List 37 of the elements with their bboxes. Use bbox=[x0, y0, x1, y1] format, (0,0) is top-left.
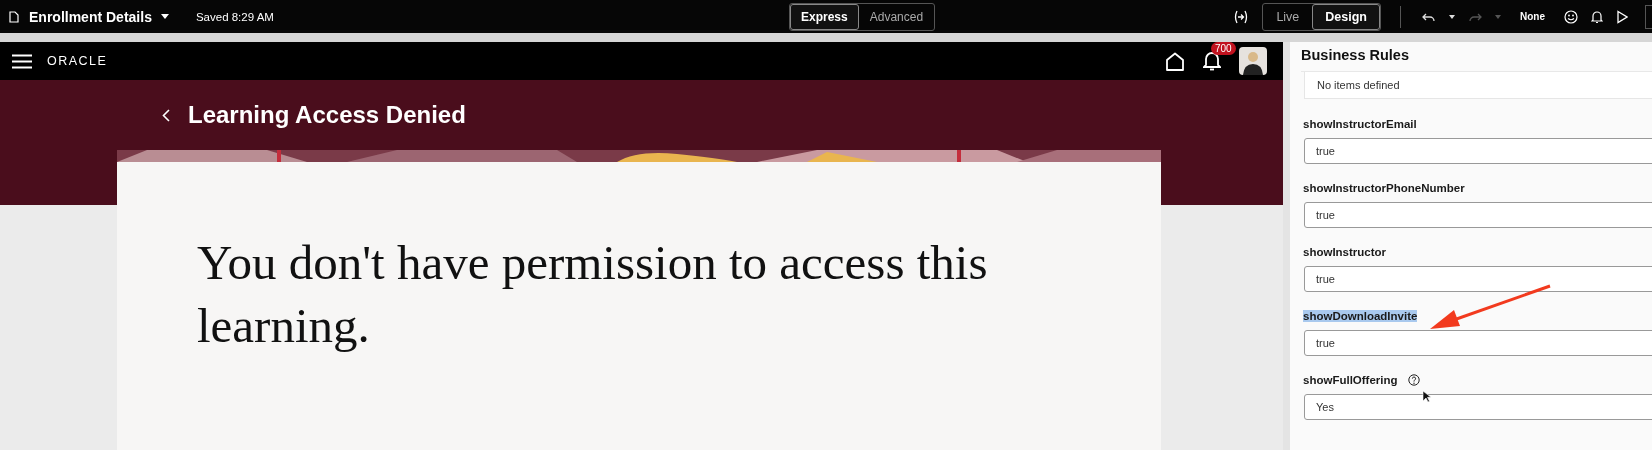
document-icon bbox=[9, 10, 19, 23]
bell-icon[interactable] bbox=[1591, 9, 1603, 24]
field-label: showInstructorEmail bbox=[1303, 118, 1417, 130]
bell-icon[interactable] bbox=[1203, 51, 1221, 71]
caret-icon[interactable] bbox=[160, 14, 169, 19]
play-icon[interactable] bbox=[1616, 9, 1628, 24]
input-field[interactable]: true bbox=[1304, 202, 1652, 228]
field-label: showDownloadInvite bbox=[1303, 310, 1418, 322]
mode-tab[interactable]: Express bbox=[790, 4, 859, 30]
expand-icon[interactable] bbox=[1233, 9, 1250, 24]
input-field[interactable]: Yes bbox=[1304, 394, 1652, 420]
page-heading: Learning Access Denied bbox=[188, 101, 466, 129]
translation-menu[interactable]: None bbox=[1514, 9, 1551, 24]
input-field[interactable]: true bbox=[1304, 266, 1652, 292]
mode-tab[interactable]: Design bbox=[1312, 3, 1380, 30]
caret-icon[interactable] bbox=[1449, 14, 1455, 19]
menu-icon[interactable] bbox=[12, 53, 32, 69]
field-label: showInstructor bbox=[1303, 246, 1387, 258]
cursor-icon bbox=[1422, 390, 1431, 403]
avatar-icon[interactable] bbox=[1239, 47, 1267, 75]
toolbar-button[interactable] bbox=[1645, 4, 1652, 29]
mode-tab[interactable]: Live bbox=[1263, 3, 1313, 30]
back-icon[interactable] bbox=[162, 108, 170, 122]
home-icon[interactable] bbox=[1165, 51, 1185, 71]
field-label: showInstructorPhoneNumber bbox=[1303, 182, 1465, 194]
access-message: You don't have permission to access this learning. bbox=[197, 234, 989, 355]
input-field[interactable]: true bbox=[1304, 138, 1652, 164]
help-icon[interactable] bbox=[1407, 374, 1420, 386]
save-status: Saved 8:29 AM bbox=[195, 10, 274, 23]
page-title: Enrollment Details bbox=[29, 8, 152, 25]
oracle-logo[interactable]: ORACLE bbox=[47, 54, 108, 68]
mode-tab[interactable]: Advanced bbox=[858, 4, 935, 30]
notification-badge: 700 bbox=[1211, 42, 1236, 55]
input-field[interactable]: true bbox=[1304, 330, 1652, 356]
field-label: showFullOffering bbox=[1303, 374, 1398, 386]
smiley-icon[interactable] bbox=[1564, 9, 1578, 24]
empty-message: No items defined bbox=[1316, 79, 1400, 91]
